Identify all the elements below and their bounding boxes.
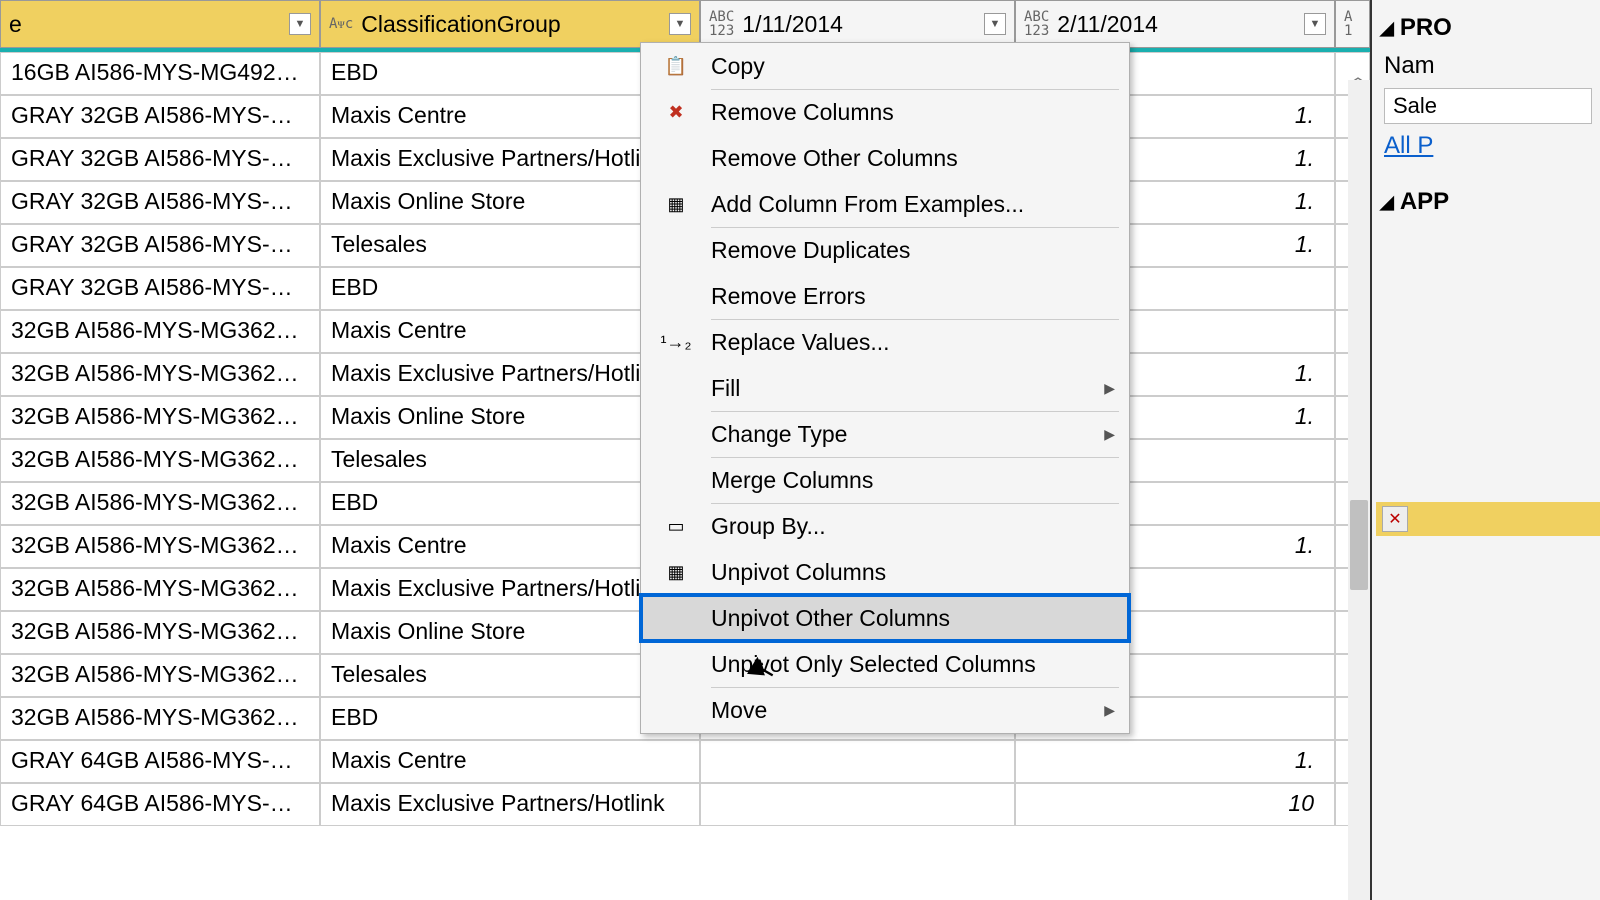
vertical-scrollbar[interactable]: [1348, 80, 1370, 900]
value-cell[interactable]: [700, 783, 1015, 826]
column-filter-dropdown-icon[interactable]: ▼: [1304, 13, 1326, 35]
column-header-date2[interactable]: ABC 123 2/11/2014 ▼: [1015, 0, 1335, 48]
data-type-icon: Aᴪc: [329, 17, 353, 31]
column-header-partial[interactable]: A 1: [1335, 0, 1370, 48]
menu-item-label: Remove Duplicates: [697, 237, 1115, 264]
column-label: 1/11/2014: [742, 11, 984, 38]
value-cell[interactable]: 10: [1015, 783, 1335, 826]
product-cell[interactable]: 32GB AI586-MYS-MG362MY/A: [0, 568, 320, 611]
menu-item-label: Replace Values...: [697, 329, 1115, 356]
menu-item-icon: ▭: [655, 516, 697, 537]
product-cell[interactable]: 32GB AI586-MYS-MG362MY/A: [0, 482, 320, 525]
product-cell[interactable]: 32GB AI586-MYS-MG362MY/A: [0, 697, 320, 740]
product-cell[interactable]: GRAY 32GB AI586-MYS-MG352...: [0, 95, 320, 138]
applied-steps-section-header[interactable]: ◢ APP: [1376, 182, 1600, 222]
data-type-icon: ABC 123: [1024, 10, 1049, 38]
menu-item-add-column-from-examples[interactable]: ▦Add Column From Examples...: [641, 181, 1129, 227]
menu-item-icon: ▦: [655, 562, 697, 583]
data-type-icon: A 1: [1344, 10, 1352, 38]
applied-steps-header-label: APP: [1400, 188, 1449, 216]
value-cell[interactable]: 1.: [1015, 740, 1335, 783]
submenu-arrow-icon: ▶: [1104, 426, 1115, 443]
name-label: Nam: [1376, 48, 1600, 84]
menu-item-label: Fill: [697, 375, 1104, 402]
menu-item-label: Remove Errors: [697, 283, 1115, 310]
collapse-icon: ◢: [1380, 18, 1394, 39]
column-filter-dropdown-icon[interactable]: ▼: [984, 13, 1006, 35]
product-cell[interactable]: 32GB AI586-MYS-MG362MY/A: [0, 525, 320, 568]
properties-section-header[interactable]: ◢ PRO: [1376, 8, 1600, 48]
scroll-thumb[interactable]: [1350, 500, 1368, 590]
delete-step-icon[interactable]: ✕: [1382, 506, 1408, 532]
value-cell[interactable]: [700, 740, 1015, 783]
submenu-arrow-icon: ▶: [1104, 702, 1115, 719]
product-cell[interactable]: 32GB AI586-MYS-MG362MY/A: [0, 353, 320, 396]
product-cell[interactable]: GRAY 64GB AI586-MYS-MG643: [0, 783, 320, 826]
table-row[interactable]: GRAY 64GB AI586-MYS-MG643...Maxis Centre…: [0, 740, 1370, 783]
menu-item-icon: 📋: [655, 56, 697, 77]
menu-item-label: Unpivot Columns: [697, 559, 1115, 586]
data-table: e ▼ Aᴪc ClassificationGroup ▼ ABC 123 1/…: [0, 0, 1370, 900]
menu-item-label: Group By...: [697, 513, 1115, 540]
menu-item-copy[interactable]: 📋Copy: [641, 43, 1129, 89]
column-header-product[interactable]: e ▼: [0, 0, 320, 48]
menu-item-remove-columns[interactable]: ✖Remove Columns: [641, 89, 1129, 135]
menu-item-label: Copy: [697, 53, 1115, 80]
menu-item-label: Remove Other Columns: [697, 145, 1115, 172]
settings-panel: ◢ PRO Nam Sale All P ◢ APP ✕: [1370, 0, 1600, 900]
classification-cell[interactable]: Maxis Exclusive Partners/Hotlink: [320, 783, 700, 826]
product-cell[interactable]: 32GB AI586-MYS-MG362MY/A: [0, 310, 320, 353]
menu-item-label: Unpivot Other Columns: [697, 605, 1115, 632]
name-input[interactable]: Sale: [1384, 88, 1592, 124]
menu-item-merge-columns[interactable]: Merge Columns: [641, 457, 1129, 503]
table-row[interactable]: GRAY 64GB AI586-MYS-MG643Maxis Exclusive…: [0, 783, 1370, 826]
menu-item-icon: ▦: [655, 194, 697, 215]
properties-header-label: PRO: [1400, 14, 1452, 42]
product-cell[interactable]: GRAY 32GB AI586-MYS-MG352...: [0, 138, 320, 181]
menu-item-label: Unpivot Only Selected Columns: [697, 651, 1115, 678]
collapse-icon: ◢: [1380, 192, 1394, 213]
menu-item-unpivot-columns[interactable]: ▦Unpivot Columns: [641, 549, 1129, 595]
product-cell[interactable]: GRAY 32GB AI586-MYS-MG352...: [0, 181, 320, 224]
menu-item-change-type[interactable]: Change Type▶: [641, 411, 1129, 457]
menu-item-remove-errors[interactable]: Remove Errors: [641, 273, 1129, 319]
applied-step-current[interactable]: ✕: [1376, 502, 1600, 536]
menu-item-icon: ✖: [655, 102, 697, 123]
column-label: e: [9, 11, 289, 38]
menu-item-remove-duplicates[interactable]: Remove Duplicates: [641, 227, 1129, 273]
classification-cell[interactable]: Maxis Centre: [320, 740, 700, 783]
product-cell[interactable]: 32GB AI586-MYS-MG362MY/A: [0, 396, 320, 439]
menu-item-fill[interactable]: Fill▶: [641, 365, 1129, 411]
column-header-date1[interactable]: ABC 123 1/11/2014 ▼: [700, 0, 1015, 48]
product-cell[interactable]: GRAY 64GB AI586-MYS-MG643...: [0, 740, 320, 783]
all-properties-link[interactable]: All P: [1376, 128, 1600, 164]
product-cell[interactable]: GRAY 32GB AI586-MYS-MG352...: [0, 267, 320, 310]
submenu-arrow-icon: ▶: [1104, 380, 1115, 397]
menu-item-move[interactable]: Move▶: [641, 687, 1129, 733]
menu-item-replace-values[interactable]: ¹→₂Replace Values...: [641, 319, 1129, 365]
column-label: ClassificationGroup: [361, 11, 669, 38]
product-cell[interactable]: 32GB AI586-MYS-MG362MY/A: [0, 611, 320, 654]
menu-item-remove-other-columns[interactable]: Remove Other Columns: [641, 135, 1129, 181]
column-filter-dropdown-icon[interactable]: ▼: [289, 13, 311, 35]
menu-item-label: Move: [697, 697, 1104, 724]
product-cell[interactable]: 32GB AI586-MYS-MG362MY/A: [0, 654, 320, 697]
menu-item-icon: ¹→₂: [655, 332, 697, 353]
menu-item-label: Add Column From Examples...: [697, 191, 1115, 218]
menu-item-label: Remove Columns: [697, 99, 1115, 126]
data-type-icon: ABC 123: [709, 10, 734, 38]
menu-item-unpivot-other-columns[interactable]: Unpivot Other Columns: [641, 595, 1129, 641]
column-header-classification[interactable]: Aᴪc ClassificationGroup ▼: [320, 0, 700, 48]
menu-item-unpivot-only-selected-columns[interactable]: Unpivot Only Selected Columns: [641, 641, 1129, 687]
menu-item-label: Change Type: [697, 421, 1104, 448]
column-label: 2/11/2014: [1057, 11, 1304, 38]
menu-item-group-by[interactable]: ▭Group By...: [641, 503, 1129, 549]
column-context-menu: 📋Copy✖Remove ColumnsRemove Other Columns…: [640, 42, 1130, 734]
product-cell[interactable]: 16GB AI586-MYS-MG492MY/A: [0, 52, 320, 95]
product-cell[interactable]: GRAY 32GB AI586-MYS-MG352...: [0, 224, 320, 267]
menu-item-label: Merge Columns: [697, 467, 1115, 494]
column-filter-dropdown-icon[interactable]: ▼: [669, 13, 691, 35]
product-cell[interactable]: 32GB AI586-MYS-MG362MY/A: [0, 439, 320, 482]
